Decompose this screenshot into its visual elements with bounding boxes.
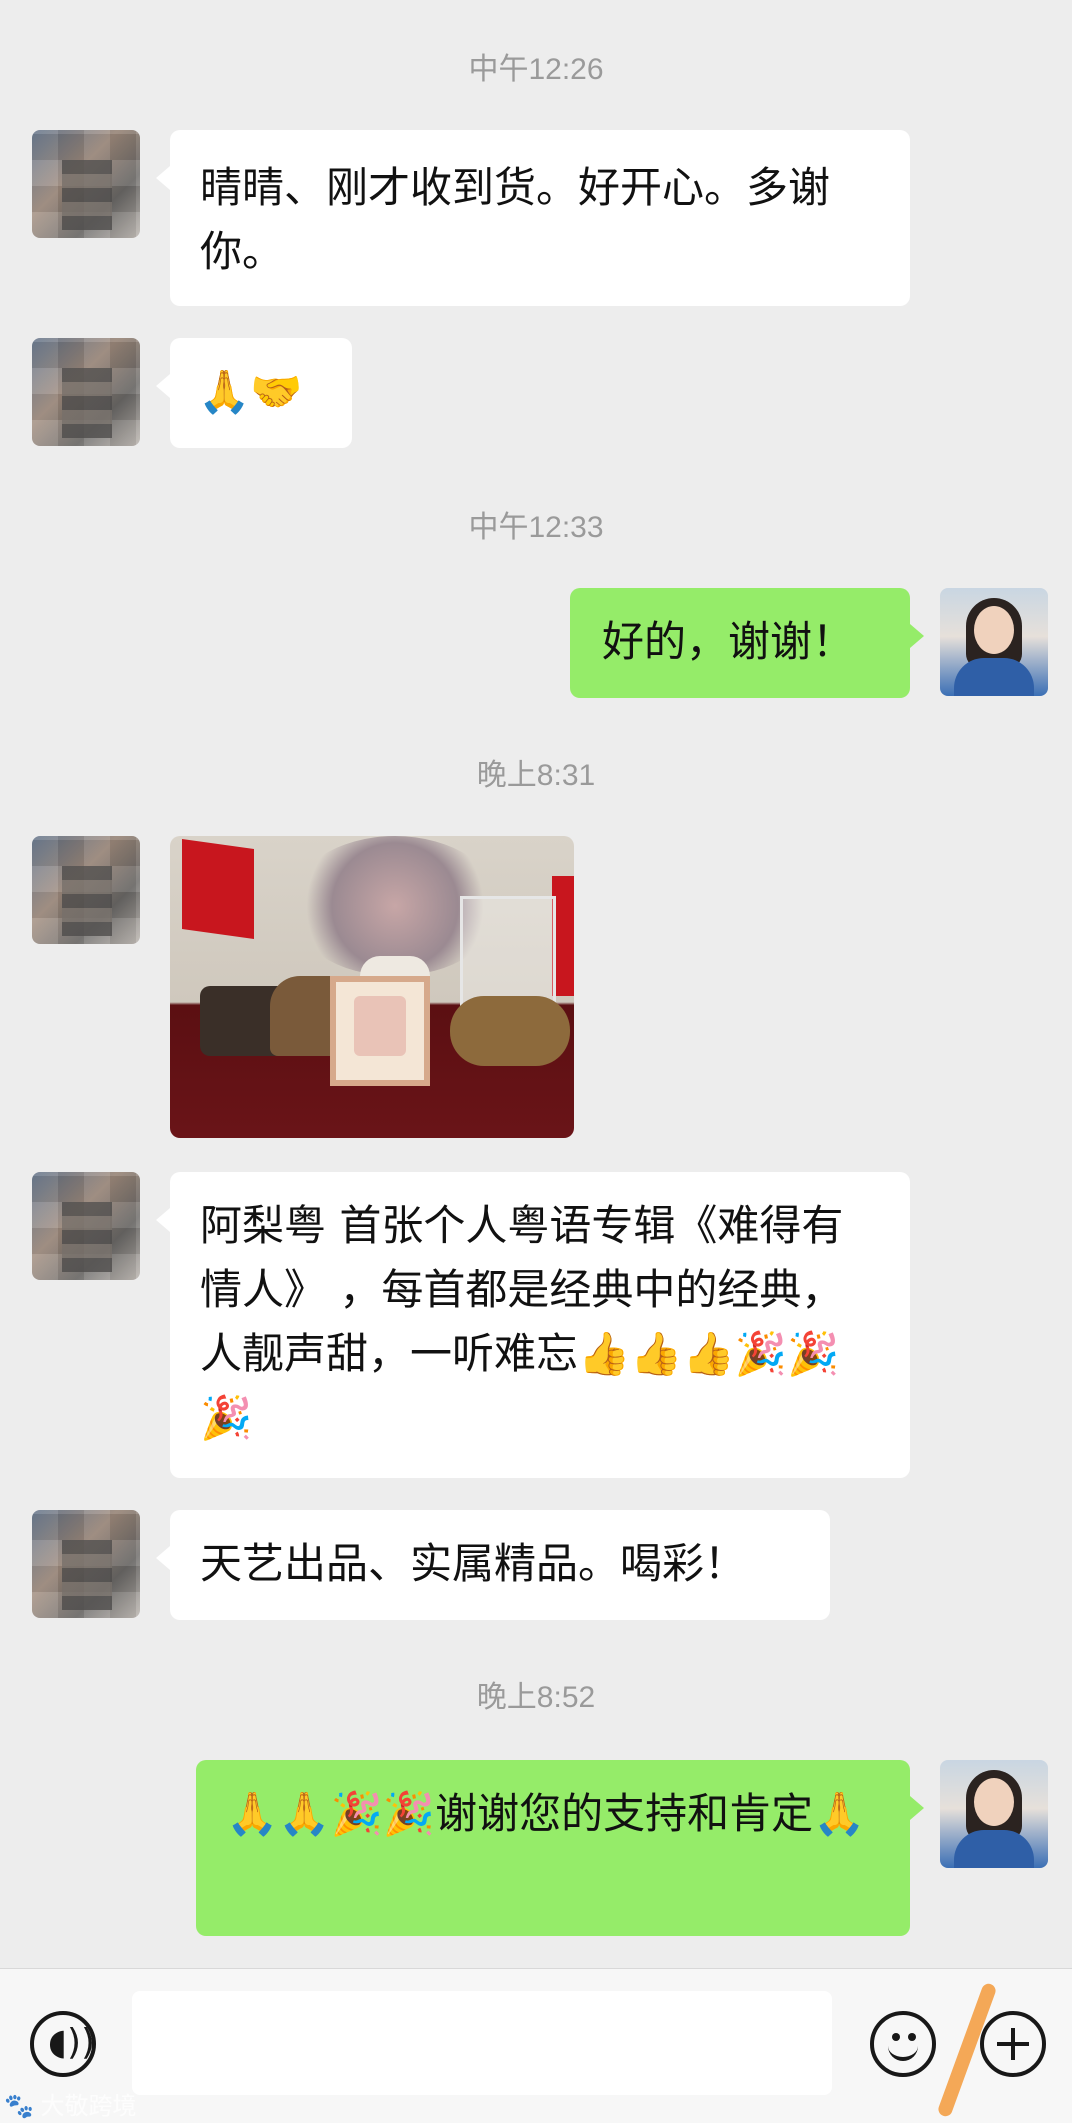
voice-glyph: ◖))	[48, 2022, 96, 2063]
chat-input-bar: ◖))	[0, 1968, 1072, 2123]
contact-avatar[interactable]	[32, 130, 140, 238]
message-text: 阿梨粤 首张个人粤语专辑《难得有情人》 ，每首都是经典中的经典，人靓声甜，一听难…	[200, 1201, 844, 1442]
message-input[interactable]	[132, 1991, 832, 2095]
message-text: 好的，谢谢！	[602, 617, 855, 666]
contact-avatar[interactable]	[32, 1510, 140, 1618]
user-avatar[interactable]	[940, 588, 1048, 696]
contact-avatar[interactable]	[32, 836, 140, 944]
message-text: 晴晴、刚才收到货。好开心。多谢你。	[200, 163, 831, 276]
timestamp: 晚上8:31	[476, 759, 596, 792]
sent-message[interactable]: 🙏🙏🎉🎉谢谢您的支持和肯定🙏	[196, 1760, 924, 1936]
received-message[interactable]: 晴晴、刚才收到货。好开心。多谢你。	[156, 130, 910, 306]
contact-avatar[interactable]	[32, 338, 140, 446]
received-message[interactable]: 天艺出品、实属精品。喝彩！	[156, 1510, 830, 1620]
received-message[interactable]: 阿梨粤 首张个人粤语专辑《难得有情人》 ，每首都是经典中的经典，人靓声甜，一听难…	[156, 1172, 910, 1478]
plus-icon[interactable]	[980, 2011, 1046, 2077]
voice-icon[interactable]: ◖))	[30, 2011, 96, 2077]
photo-message[interactable]	[170, 836, 574, 1138]
timestamp: 中午12:26	[468, 53, 604, 86]
watermark: 🐾 大敬跨境	[4, 2093, 137, 2120]
sent-message[interactable]: 好的，谢谢！	[570, 588, 924, 698]
user-avatar[interactable]	[940, 1760, 1048, 1868]
message-text: 🙏🙏🎉🎉谢谢您的支持和肯定🙏	[226, 1789, 866, 1838]
timestamp: 中午12:33	[468, 511, 604, 544]
message-text: 天艺出品、实属精品。喝彩！	[200, 1539, 747, 1588]
smile-icon[interactable]	[870, 2011, 936, 2077]
contact-avatar[interactable]	[32, 1172, 140, 1280]
timestamp: 晚上8:52	[476, 1681, 596, 1714]
received-message[interactable]: 🙏🤝	[156, 338, 352, 448]
message-text: 🙏🤝	[198, 367, 303, 416]
